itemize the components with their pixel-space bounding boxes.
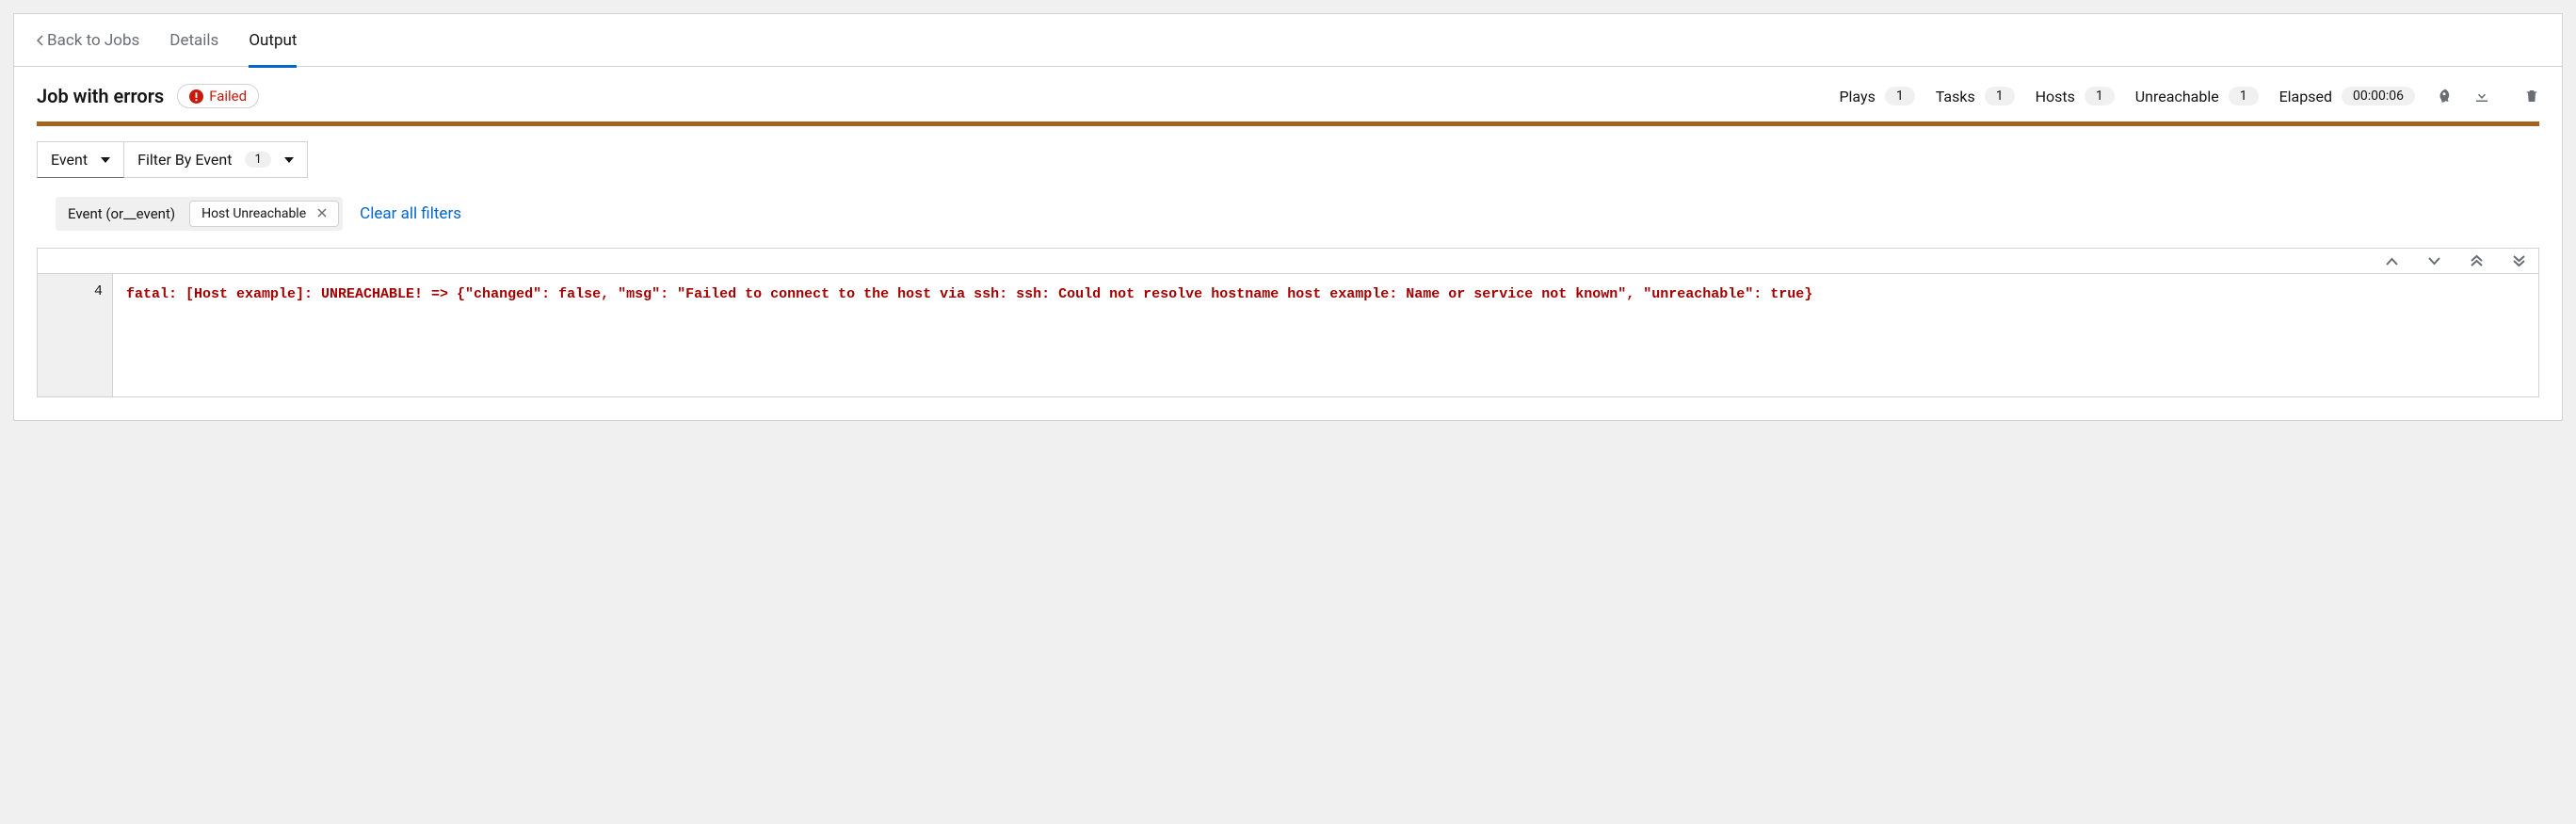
filter-type-select[interactable]: Event — [37, 141, 124, 178]
filter-value-count: 1 — [245, 152, 270, 168]
filter-value-select[interactable]: Filter By Event 1 — [124, 141, 308, 178]
double-chevron-down-icon — [2513, 254, 2525, 267]
stat-tasks: Tasks 1 — [1936, 87, 2015, 105]
double-chevron-up-icon — [2471, 254, 2483, 267]
status-badge: Failed — [177, 84, 259, 108]
output-toolbar — [38, 249, 2538, 274]
tab-output[interactable]: Output — [249, 14, 297, 67]
tab-bar: Back to Jobs Details Output — [14, 14, 2562, 67]
stat-tasks-label: Tasks — [1936, 88, 1975, 105]
filter-chip-group: Event (or__event) Host Unreachable — [56, 197, 343, 231]
relaunch-button[interactable] — [2436, 88, 2453, 105]
job-header: Job with errors Failed Plays 1 Tasks 1 H… — [14, 67, 2562, 121]
stat-plays: Plays 1 — [1839, 87, 1914, 105]
output-panel: 4 fatal: [Host example]: UNREACHABLE! =>… — [37, 248, 2539, 397]
tab-details[interactable]: Details — [169, 14, 218, 67]
filter-toolbar: Event Filter By Event 1 — [14, 126, 2562, 187]
rocket-icon — [2436, 88, 2453, 105]
status-label: Failed — [209, 88, 247, 105]
scroll-up-button[interactable] — [2386, 257, 2398, 266]
stat-tasks-count: 1 — [1985, 87, 2015, 105]
filter-value-label: Filter By Event — [137, 151, 232, 169]
job-title: Job with errors — [37, 85, 164, 107]
download-icon — [2473, 88, 2490, 105]
output-body: 4 fatal: [Host example]: UNREACHABLE! =>… — [38, 274, 2538, 396]
tab-output-label: Output — [249, 31, 297, 50]
stat-plays-label: Plays — [1839, 88, 1875, 105]
tab-details-label: Details — [169, 31, 218, 50]
stat-hosts-label: Hosts — [2036, 88, 2075, 105]
scroll-top-button[interactable] — [2471, 254, 2483, 267]
back-to-jobs-link[interactable]: Back to Jobs — [37, 31, 139, 50]
chip-group-label: Event (or__event) — [56, 199, 186, 229]
line-number-gutter: 4 — [38, 274, 113, 396]
chevron-down-icon — [2428, 257, 2440, 266]
filter-type-label: Event — [51, 151, 88, 169]
back-label: Back to Jobs — [47, 31, 139, 50]
stat-plays-count: 1 — [1885, 87, 1915, 105]
stat-elapsed-value: 00:00:06 — [2342, 87, 2415, 105]
trash-icon — [2524, 88, 2539, 105]
scroll-down-button[interactable] — [2428, 257, 2440, 266]
stat-elapsed: Elapsed 00:00:06 — [2279, 87, 2415, 105]
download-button[interactable] — [2473, 88, 2490, 105]
scroll-bottom-button[interactable] — [2513, 254, 2525, 267]
stat-unreachable-count: 1 — [2229, 87, 2259, 105]
close-icon — [317, 208, 327, 218]
stat-hosts-count: 1 — [2085, 87, 2115, 105]
job-stats: Plays 1 Tasks 1 Hosts 1 Unreachable 1 El… — [1839, 87, 2539, 105]
log-line[interactable]: fatal: [Host example]: UNREACHABLE! => {… — [113, 274, 1826, 396]
stat-elapsed-label: Elapsed — [2279, 88, 2332, 105]
active-filters-row: Event (or__event) Host Unreachable Clear… — [14, 187, 2562, 248]
error-circle-icon — [189, 89, 203, 104]
filter-chip: Host Unreachable — [189, 201, 339, 227]
stat-hosts: Hosts 1 — [2036, 87, 2115, 105]
filter-chip-value: Host Unreachable — [201, 206, 306, 221]
clear-filters-button[interactable]: Clear all filters — [360, 204, 461, 223]
delete-button[interactable] — [2524, 88, 2539, 105]
caret-down-icon — [284, 157, 294, 163]
caret-left-icon — [37, 35, 43, 46]
chevron-up-icon — [2386, 257, 2398, 266]
stat-unreachable-label: Unreachable — [2135, 88, 2219, 105]
chip-remove-button[interactable] — [314, 206, 330, 221]
line-number: 4 — [94, 283, 103, 299]
caret-down-icon — [101, 157, 110, 163]
stat-unreachable: Unreachable 1 — [2135, 87, 2259, 105]
